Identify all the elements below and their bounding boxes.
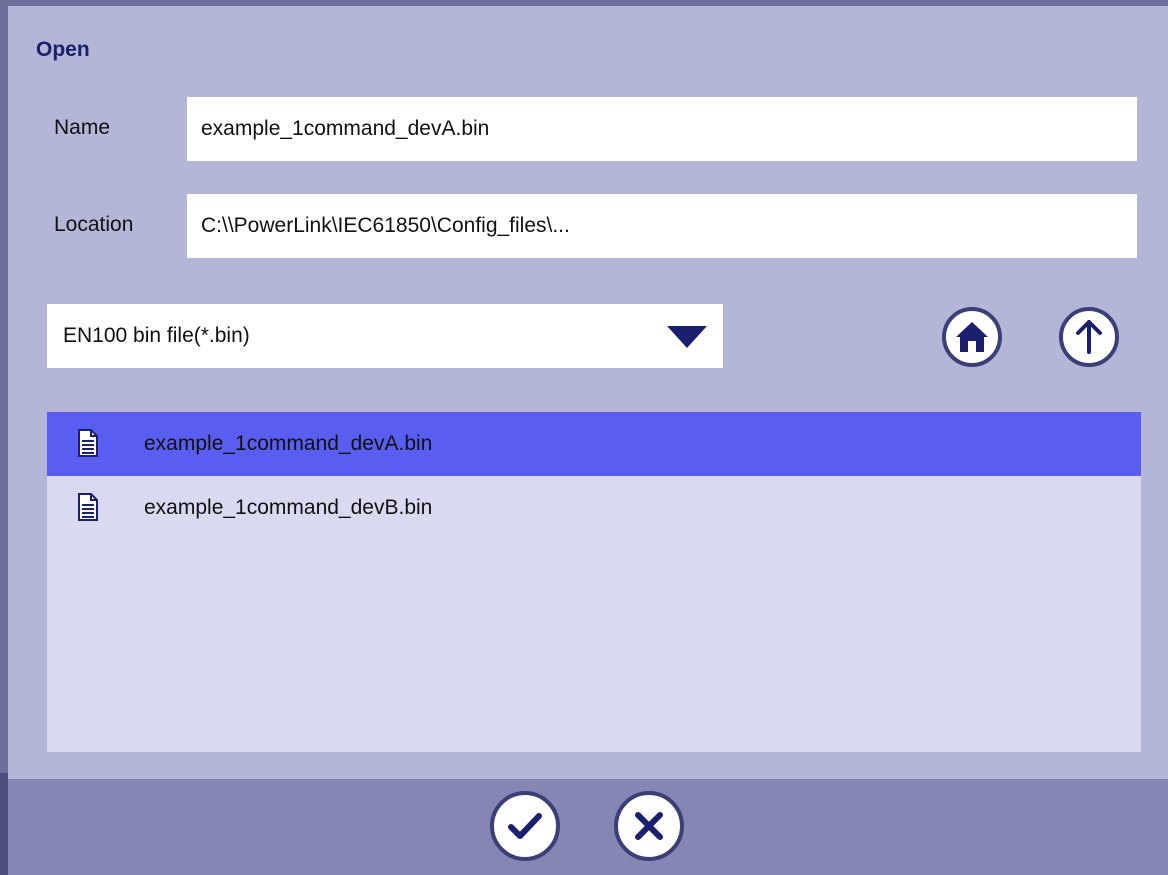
confirm-button[interactable] bbox=[490, 791, 560, 861]
up-folder-button[interactable] bbox=[1059, 307, 1119, 367]
home-icon bbox=[956, 322, 988, 352]
open-dialog: Open Name example_1command_devA.bin Loca… bbox=[8, 6, 1168, 875]
file-icon bbox=[78, 493, 98, 521]
file-type-dropdown[interactable]: EN100 bin file(*.bin) bbox=[47, 304, 723, 368]
dialog-footer bbox=[8, 779, 1168, 875]
file-list: example_1command_devA.bin example_1comma… bbox=[47, 412, 1141, 752]
chevron-down-icon bbox=[667, 326, 707, 348]
file-name: example_1command_devA.bin bbox=[144, 432, 433, 455]
file-icon bbox=[78, 429, 98, 457]
arrow-up-icon bbox=[1076, 320, 1102, 354]
checkmark-icon bbox=[508, 813, 542, 839]
file-type-selected: EN100 bin file(*.bin) bbox=[63, 324, 250, 347]
location-input[interactable]: C:\\PowerLink\IEC61850\Config_files\... bbox=[187, 194, 1137, 258]
name-input[interactable]: example_1command_devA.bin bbox=[187, 97, 1137, 161]
file-row[interactable]: example_1command_devA.bin bbox=[47, 412, 1141, 476]
name-label: Name bbox=[54, 116, 111, 139]
home-button[interactable] bbox=[942, 307, 1002, 367]
window-edge bbox=[0, 773, 8, 875]
file-name: example_1command_devB.bin bbox=[144, 496, 433, 519]
location-label: Location bbox=[54, 213, 134, 236]
dialog-title: Open bbox=[36, 38, 90, 61]
file-row[interactable]: example_1command_devB.bin bbox=[47, 476, 1141, 540]
close-icon bbox=[635, 812, 663, 840]
cancel-button[interactable] bbox=[614, 791, 684, 861]
